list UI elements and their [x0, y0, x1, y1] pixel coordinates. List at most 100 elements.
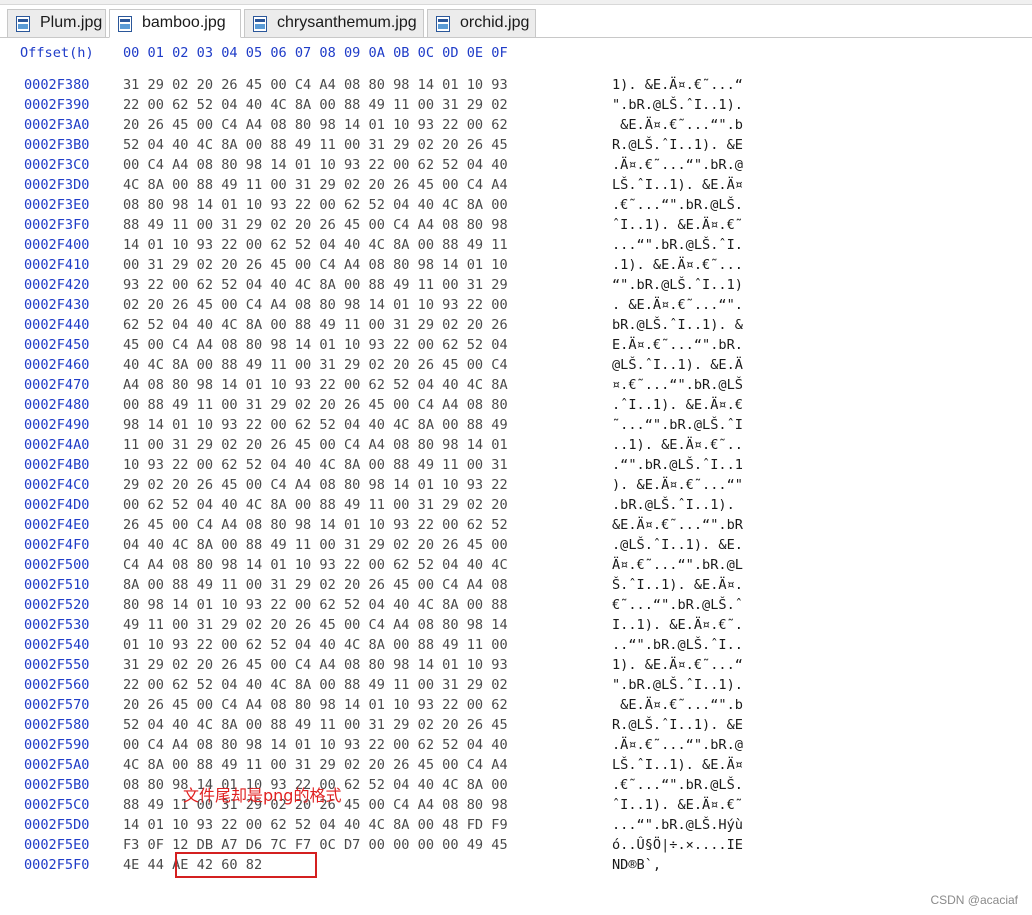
- row-offset: 0002F570: [24, 697, 90, 713]
- tab-label: chrysanthemum.jpg: [277, 14, 417, 31]
- row-offset: 0002F4D0: [24, 497, 90, 513]
- row-ascii: ˜...“".bR.@LŠ.ˆI: [612, 417, 743, 433]
- row-ascii: ND®B`‚: [612, 857, 662, 873]
- row-offset: 0002F440: [24, 317, 90, 333]
- row-offset: 0002F590: [24, 737, 90, 753]
- row-ascii: “".bR.@LŠ.ˆI..1): [612, 277, 743, 293]
- hex-row[interactable]: 0002F520 80 98 14 01 10 93 22 00 62 52 04…: [0, 595, 1032, 615]
- hex-row[interactable]: 0002F5C0 88 49 11 00 31 29 02 20 26 45 00…: [0, 795, 1032, 815]
- hex-row[interactable]: 0002F510 8A 00 88 49 11 00 31 29 02 20 26…: [0, 575, 1032, 595]
- row-ascii: . &E.Ä¤.€˜...“".: [612, 297, 743, 313]
- tab-chrysanthemum[interactable]: chrysanthemum.jpg: [244, 9, 424, 37]
- row-ascii: ...“".bR.@LŠ.ˆI.: [612, 237, 743, 253]
- hex-row[interactable]: 0002F4B0 10 93 22 00 62 52 04 40 4C 8A 00…: [0, 455, 1032, 475]
- row-offset: 0002F380: [24, 77, 90, 93]
- row-ascii: ..1). &E.Ä¤.€˜..: [612, 437, 743, 453]
- row-bytes: 20 26 45 00 C4 A4 08 80 98 14 01 10 93 2…: [123, 697, 508, 713]
- hex-row[interactable]: 0002F570 20 26 45 00 C4 A4 08 80 98 14 01…: [0, 695, 1032, 715]
- tab-bamboo[interactable]: bamboo.jpg: [109, 9, 241, 38]
- row-bytes: 00 62 52 04 40 4C 8A 00 88 49 11 00 31 2…: [123, 497, 508, 513]
- hex-row[interactable]: 0002F5E0 F3 0F 12 DB A7 D6 7C F7 0C D7 00…: [0, 835, 1032, 855]
- row-bytes: 49 11 00 31 29 02 20 26 45 00 C4 A4 08 8…: [123, 617, 508, 633]
- hex-row[interactable]: 0002F550 31 29 02 20 26 45 00 C4 A4 08 80…: [0, 655, 1032, 675]
- hex-row[interactable]: 0002F450 45 00 C4 A4 08 80 98 14 01 10 93…: [0, 335, 1032, 355]
- row-ascii: &E.Ä¤.€˜...“".b: [612, 117, 743, 133]
- row-ascii: LŠ.ˆI..1). &E.Ä¤: [612, 757, 743, 773]
- hex-row[interactable]: 0002F580 52 04 40 4C 8A 00 88 49 11 00 31…: [0, 715, 1032, 735]
- hex-row[interactable]: 0002F3F0 88 49 11 00 31 29 02 20 26 45 00…: [0, 215, 1032, 235]
- hex-row[interactable]: 0002F460 40 4C 8A 00 88 49 11 00 31 29 02…: [0, 355, 1032, 375]
- row-offset: 0002F5C0: [24, 797, 90, 813]
- hex-row[interactable]: 0002F540 01 10 93 22 00 62 52 04 40 4C 8A…: [0, 635, 1032, 655]
- hex-row[interactable]: 0002F440 62 52 04 40 4C 8A 00 88 49 11 00…: [0, 315, 1032, 335]
- offset-column-header: Offset(h): [20, 45, 94, 61]
- row-bytes: 00 C4 A4 08 80 98 14 01 10 93 22 00 62 5…: [123, 157, 508, 173]
- row-offset: 0002F420: [24, 277, 90, 293]
- hex-row[interactable]: 0002F480 00 88 49 11 00 31 29 02 20 26 45…: [0, 395, 1032, 415]
- tab-plum[interactable]: Plum.jpg: [7, 9, 106, 37]
- row-bytes: 80 98 14 01 10 93 22 00 62 52 04 40 4C 8…: [123, 597, 508, 613]
- hex-row[interactable]: 0002F560 22 00 62 52 04 40 4C 8A 00 88 49…: [0, 675, 1032, 695]
- row-bytes: 4C 8A 00 88 49 11 00 31 29 02 20 26 45 0…: [123, 757, 508, 773]
- row-bytes: 31 29 02 20 26 45 00 C4 A4 08 80 98 14 0…: [123, 657, 508, 673]
- hex-row[interactable]: 0002F400 14 01 10 93 22 00 62 52 04 40 4C…: [0, 235, 1032, 255]
- hex-row[interactable]: 0002F4D0 00 62 52 04 40 4C 8A 00 88 49 11…: [0, 495, 1032, 515]
- row-ascii: .bR.@LŠ.ˆI..1).: [612, 497, 743, 513]
- row-bytes: 08 80 98 14 01 10 93 22 00 62 52 04 40 4…: [123, 197, 508, 213]
- hex-row[interactable]: 0002F3C0 00 C4 A4 08 80 98 14 01 10 93 22…: [0, 155, 1032, 175]
- row-bytes: 93 22 00 62 52 04 40 4C 8A 00 88 49 11 0…: [123, 277, 508, 293]
- row-offset: 0002F5A0: [24, 757, 90, 773]
- hex-row[interactable]: 0002F410 00 31 29 02 20 26 45 00 C4 A4 08…: [0, 255, 1032, 275]
- hex-row[interactable]: 0002F430 02 20 26 45 00 C4 A4 08 80 98 14…: [0, 295, 1032, 315]
- row-offset: 0002F3E0: [24, 197, 90, 213]
- hex-row[interactable]: 0002F4E0 26 45 00 C4 A4 08 80 98 14 01 10…: [0, 515, 1032, 535]
- row-bytes: 00 31 29 02 20 26 45 00 C4 A4 08 80 98 1…: [123, 257, 508, 273]
- hex-row[interactable]: 0002F420 93 22 00 62 52 04 40 4C 8A 00 88…: [0, 275, 1032, 295]
- row-ascii: ). &E.Ä¤.€˜...“": [612, 477, 743, 493]
- tab-orchid[interactable]: orchid.jpg: [427, 9, 536, 37]
- tab-label: orchid.jpg: [460, 14, 530, 31]
- row-bytes: 22 00 62 52 04 40 4C 8A 00 88 49 11 00 3…: [123, 677, 508, 693]
- hex-row[interactable]: 0002F390 22 00 62 52 04 40 4C 8A 00 88 49…: [0, 95, 1032, 115]
- hex-row[interactable]: 0002F5B0 08 80 98 14 01 10 93 22 00 62 52…: [0, 775, 1032, 795]
- hex-row[interactable]: 0002F5A0 4C 8A 00 88 49 11 00 31 29 02 20…: [0, 755, 1032, 775]
- row-ascii: .€˜...“".bR.@LŠ.: [612, 197, 743, 213]
- hex-row[interactable]: 0002F4F0 04 40 4C 8A 00 88 49 11 00 31 29…: [0, 535, 1032, 555]
- hex-row[interactable]: 0002F4C0 29 02 20 26 45 00 C4 A4 08 80 98…: [0, 475, 1032, 495]
- row-offset: 0002F500: [24, 557, 90, 573]
- hex-row[interactable]: 0002F4A0 11 00 31 29 02 20 26 45 00 C4 A4…: [0, 435, 1032, 455]
- byte-column-headers: 00 01 02 03 04 05 06 07 08 09 0A 0B 0C 0…: [123, 45, 508, 61]
- hex-row[interactable]: 0002F3A0 20 26 45 00 C4 A4 08 80 98 14 01…: [0, 115, 1032, 135]
- row-offset: 0002F3A0: [24, 117, 90, 133]
- hex-row[interactable]: 0002F3E0 08 80 98 14 01 10 93 22 00 62 52…: [0, 195, 1032, 215]
- hex-row[interactable]: 0002F500 C4 A4 08 80 98 14 01 10 93 22 00…: [0, 555, 1032, 575]
- hex-row[interactable]: 0002F3B0 52 04 40 4C 8A 00 88 49 11 00 31…: [0, 135, 1032, 155]
- row-offset: 0002F450: [24, 337, 90, 353]
- row-offset: 0002F3F0: [24, 217, 90, 233]
- hex-row[interactable]: 0002F5F0 4E 44 AE 42 60 82 ND®B`‚: [0, 855, 1032, 875]
- file-icon: [253, 16, 267, 32]
- row-bytes: 40 4C 8A 00 88 49 11 00 31 29 02 20 26 4…: [123, 357, 508, 373]
- row-offset: 0002F5B0: [24, 777, 90, 793]
- row-offset: 0002F410: [24, 257, 90, 273]
- row-ascii: .€˜...“".bR.@LŠ.: [612, 777, 743, 793]
- hex-row[interactable]: 0002F380 31 29 02 20 26 45 00 C4 A4 08 80…: [0, 75, 1032, 95]
- row-ascii: €˜...“".bR.@LŠ.ˆ: [612, 597, 743, 613]
- row-bytes: 52 04 40 4C 8A 00 88 49 11 00 31 29 02 2…: [123, 717, 508, 733]
- row-bytes: 22 00 62 52 04 40 4C 8A 00 88 49 11 00 3…: [123, 97, 508, 113]
- hex-row[interactable]: 0002F490 98 14 01 10 93 22 00 62 52 04 40…: [0, 415, 1032, 435]
- row-offset: 0002F3B0: [24, 137, 90, 153]
- hex-row[interactable]: 0002F3D0 4C 8A 00 88 49 11 00 31 29 02 20…: [0, 175, 1032, 195]
- hex-row[interactable]: 0002F470 A4 08 80 98 14 01 10 93 22 00 62…: [0, 375, 1032, 395]
- hex-row[interactable]: 0002F5D0 14 01 10 93 22 00 62 52 04 40 4C…: [0, 815, 1032, 835]
- row-offset: 0002F460: [24, 357, 90, 373]
- row-bytes: 26 45 00 C4 A4 08 80 98 14 01 10 93 22 0…: [123, 517, 508, 533]
- row-bytes: 45 00 C4 A4 08 80 98 14 01 10 93 22 00 6…: [123, 337, 508, 353]
- row-offset: 0002F5E0: [24, 837, 90, 853]
- row-offset: 0002F480: [24, 397, 90, 413]
- hex-row[interactable]: 0002F530 49 11 00 31 29 02 20 26 45 00 C4…: [0, 615, 1032, 635]
- row-offset: 0002F560: [24, 677, 90, 693]
- row-offset: 0002F540: [24, 637, 90, 653]
- hex-row[interactable]: 0002F590 00 C4 A4 08 80 98 14 01 10 93 22…: [0, 735, 1032, 755]
- row-ascii: ˆI..1). &E.Ä¤.€˜: [612, 797, 743, 813]
